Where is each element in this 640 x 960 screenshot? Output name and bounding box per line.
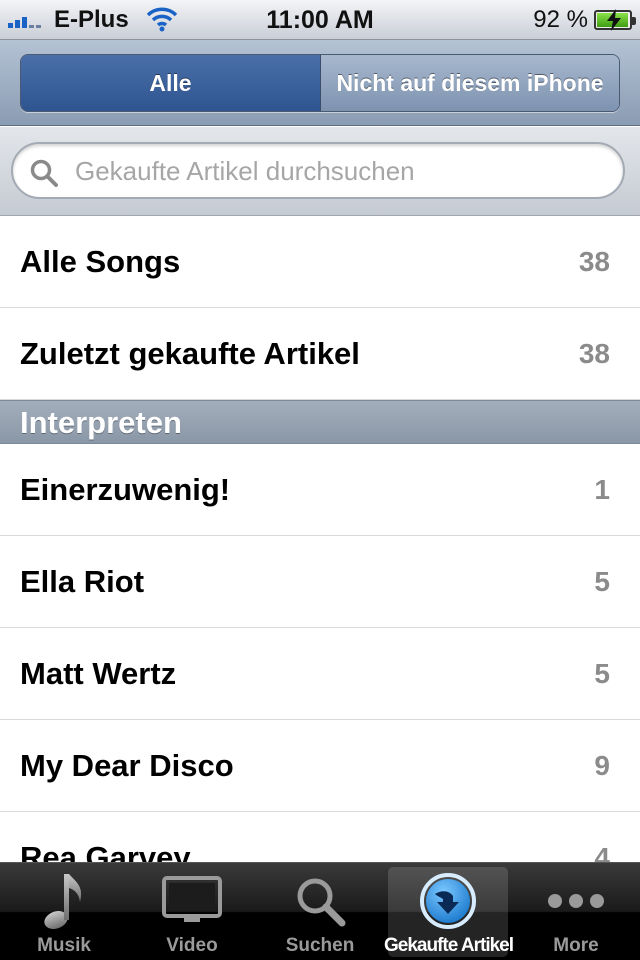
tab-label: Video — [166, 935, 218, 956]
section-header-artists: Interpreten — [0, 400, 640, 444]
more-dots-icon — [548, 894, 604, 908]
list-item-count: 5 — [594, 658, 610, 689]
tab-purchased[interactable]: Gekaufte Artikel — [384, 867, 514, 957]
music-note-icon — [44, 874, 82, 929]
list-item-label: My Dear Disco — [20, 748, 234, 783]
list-item[interactable]: Matt Wertz 5 — [0, 628, 640, 720]
status-bar: E-Plus 11:00 AM 92 % — [0, 0, 640, 40]
tv-icon — [162, 876, 222, 922]
purchased-download-icon — [420, 873, 476, 929]
list-item[interactable]: Rea Garvey 4 — [0, 812, 640, 862]
tab-label: Gekaufte Artikel — [384, 935, 514, 956]
segmented-control: Alle Nicht auf diesem iPhone — [20, 54, 620, 112]
tab-music[interactable]: Musik — [4, 867, 124, 957]
list-item-all-songs[interactable]: Alle Songs 38 — [0, 216, 640, 308]
list-item-label: Rea Garvey — [20, 840, 191, 862]
segmented-toolbar: Alle Nicht auf diesem iPhone — [0, 40, 640, 126]
tab-label: Musik — [37, 935, 91, 956]
segment-all[interactable]: Alle — [21, 55, 321, 111]
section-title: Interpreten — [20, 405, 182, 440]
list-item-label: Alle Songs — [20, 244, 181, 279]
list-item-recently-purchased[interactable]: Zuletzt gekaufte Artikel 38 — [0, 308, 640, 400]
list-item[interactable]: Ella Riot 5 — [0, 536, 640, 628]
list-item-label: Ella Riot — [20, 564, 145, 599]
search-input[interactable] — [75, 152, 605, 190]
search-bar — [0, 127, 640, 216]
search-icon — [30, 159, 58, 187]
list-item-count: 1 — [594, 474, 610, 505]
list-item-label: Einerzuwenig! — [20, 472, 231, 507]
search-icon — [297, 878, 346, 927]
list-item-count: 4 — [594, 842, 610, 862]
tab-bar: Musik Video Suchen Gekaufte Artikel More — [0, 862, 640, 960]
segment-not-on-iphone[interactable]: Nicht auf diesem iPhone — [321, 55, 619, 111]
purchased-list: Alle Songs 38 Zuletzt gekaufte Artikel 3… — [0, 216, 640, 862]
list-item-label: Zuletzt gekaufte Artikel — [20, 336, 360, 371]
list-item[interactable]: Einerzuwenig! 1 — [0, 444, 640, 536]
tab-more[interactable]: More — [516, 867, 636, 957]
tab-label: Suchen — [285, 935, 355, 956]
list-item-label: Matt Wertz — [20, 656, 177, 691]
list-item[interactable]: My Dear Disco 9 — [0, 720, 640, 812]
list-item-count: 9 — [594, 750, 610, 781]
tab-search[interactable]: Suchen — [260, 867, 380, 957]
tab-label: More — [553, 935, 599, 956]
battery-percent: 92 % — [533, 6, 588, 33]
battery-charging-icon — [594, 9, 636, 31]
list-item-count: 38 — [578, 338, 610, 369]
search-field[interactable] — [11, 142, 625, 199]
tab-video[interactable]: Video — [132, 867, 252, 957]
list-item-count: 5 — [594, 566, 610, 597]
list-item-count: 38 — [578, 246, 610, 277]
